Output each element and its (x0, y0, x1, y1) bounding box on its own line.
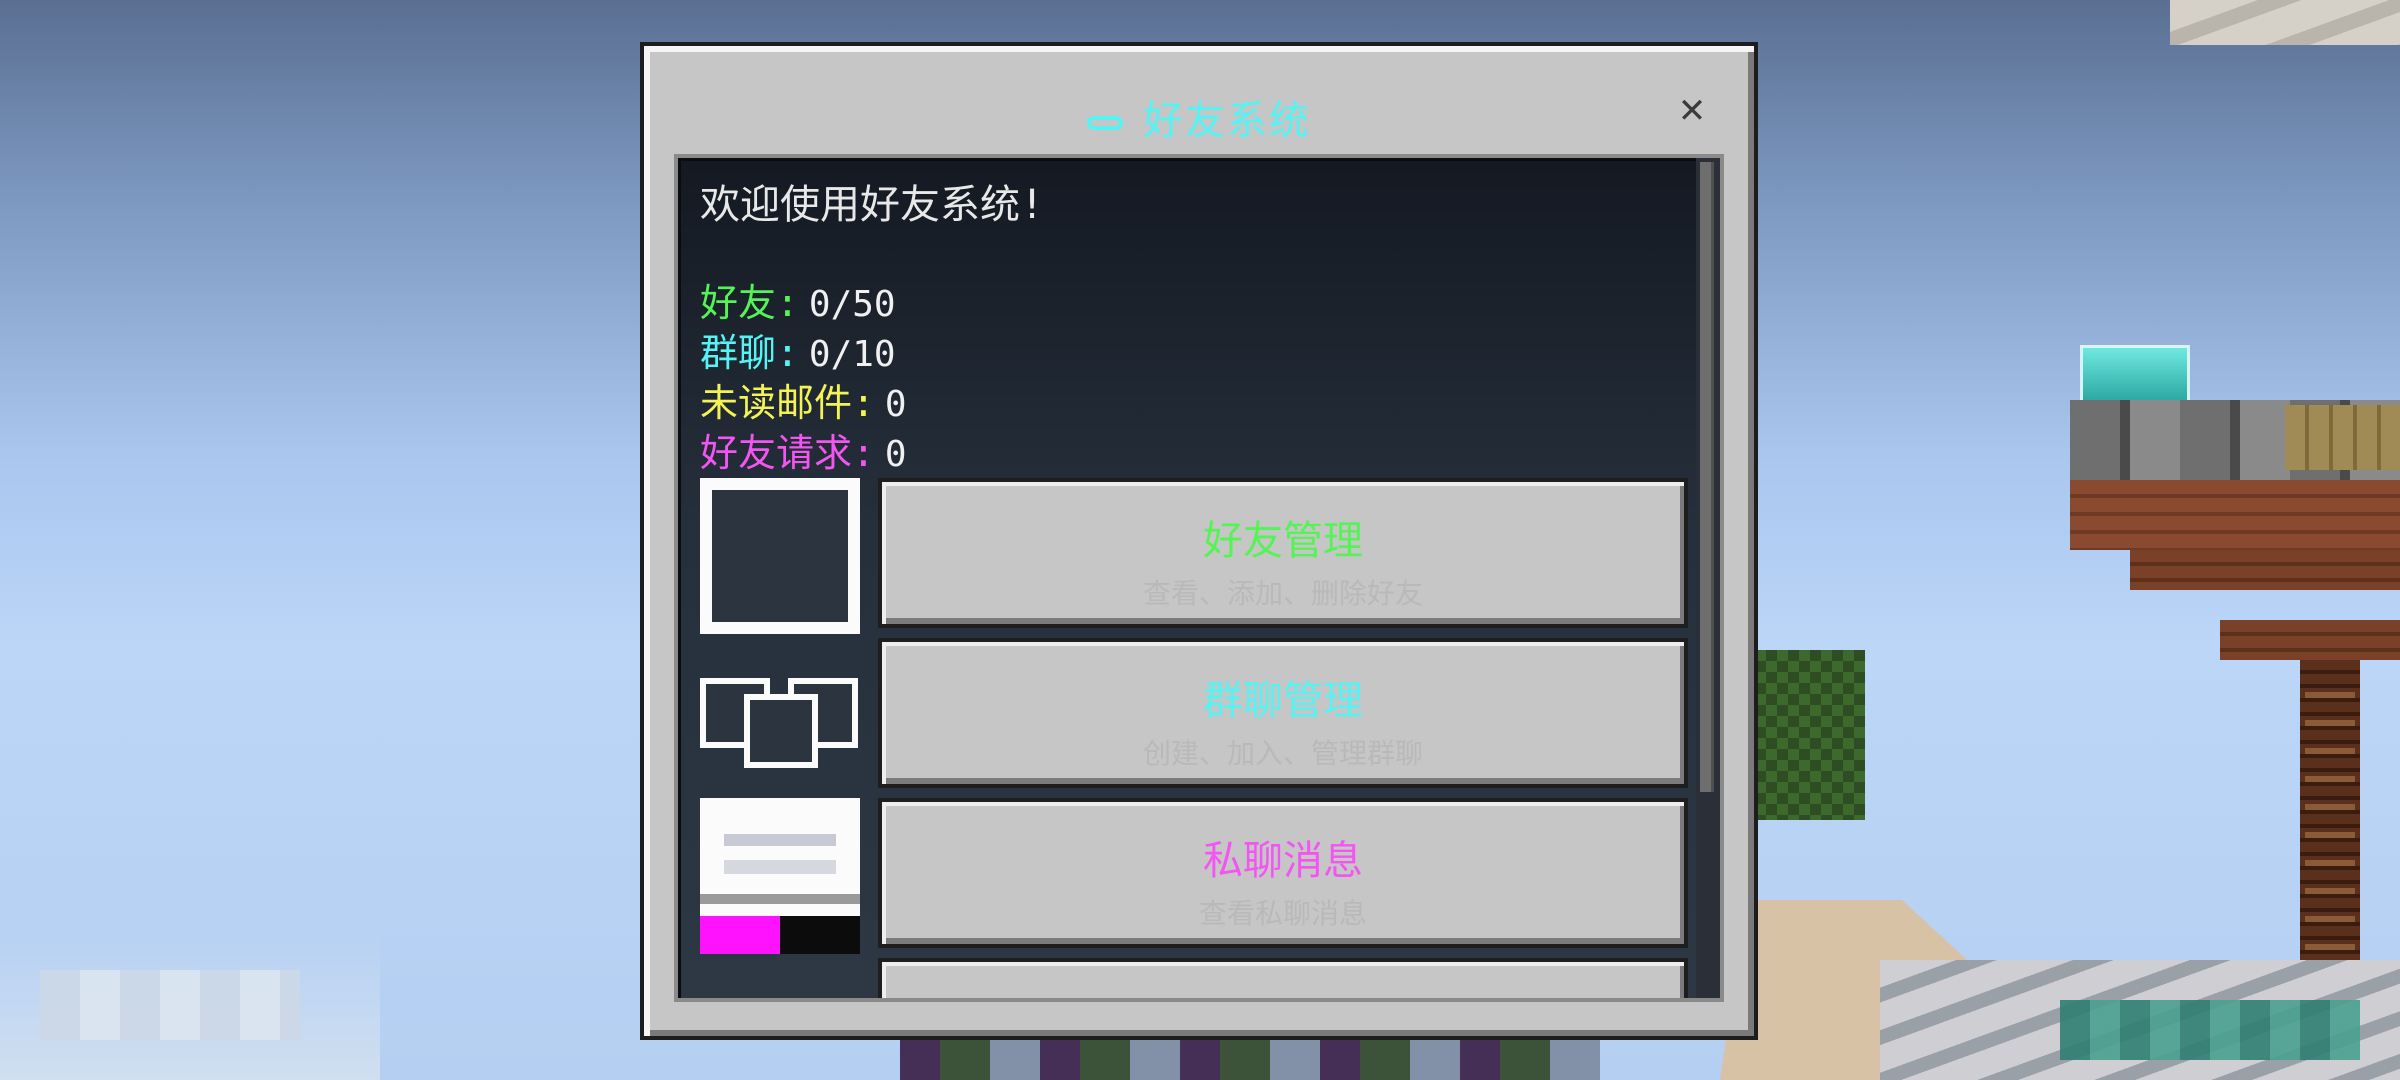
stat-unread-mail: 未读邮件: 0 (700, 372, 907, 427)
link-icon (1087, 116, 1123, 130)
background-stairs (1880, 960, 2400, 1080)
mail-icon-line (724, 834, 836, 846)
background-blocks-top (2170, 0, 2400, 45)
stat-friend-requests: 好友请求: 0 (700, 422, 907, 477)
menu-row-groups: 群聊管理 创建、加入、管理群聊 (700, 638, 1688, 794)
stat-label: 群聊: (700, 331, 799, 375)
group-icon (700, 638, 860, 794)
stat-value: 0 (884, 434, 907, 475)
friend-icon (700, 478, 860, 634)
mail-icon-line (724, 860, 836, 874)
stat-label: 未读邮件: (700, 381, 875, 425)
mail-icon-line (700, 894, 860, 904)
title-bar: 好友系统 ✕ (644, 46, 1754, 158)
mail-icon-base (780, 916, 860, 954)
stat-groups: 群聊: 0/10 (700, 322, 896, 377)
menu-row-friends: 好友管理 查看、添加、删除好友 (700, 478, 1688, 634)
background-ground (900, 1040, 1600, 1080)
button-title: 群聊管理 (1203, 678, 1363, 724)
group-icon-part (744, 694, 818, 768)
menu-row-partial (700, 958, 1688, 998)
stat-label: 好友: (700, 281, 799, 325)
mail-icon (700, 798, 860, 954)
wood-deck (2070, 480, 2400, 550)
private-messages-button[interactable]: 私聊消息 查看私聊消息 (878, 798, 1688, 948)
close-icon: ✕ (1679, 83, 1705, 132)
button-subtitle: 查看私聊消息 (1198, 897, 1367, 930)
background-tree-leaves (1755, 650, 1865, 820)
button-title: 私聊消息 (1203, 838, 1363, 884)
close-button[interactable]: ✕ (1670, 86, 1714, 130)
stat-value: 0/50 (808, 284, 896, 325)
wood-deck (2130, 550, 2400, 590)
welcome-text: 欢迎使用好友系统! (700, 182, 1045, 228)
background-cloud (0, 930, 380, 1080)
content-panel: 欢迎使用好友系统! 好友: 0/50 群聊: 0/10 未读邮件: 0 好友请求: 0 … (674, 154, 1724, 1002)
beacon-block (2080, 345, 2190, 405)
dialog-title: 好友系统 (644, 88, 1754, 146)
friend-system-dialog: 好友系统 ✕ 欢迎使用好友系统! 好友: 0/50 群聊: 0/10 未读邮件: 0 … (640, 42, 1758, 1040)
stat-friends: 好友: 0/50 (700, 272, 896, 327)
stat-value: 0 (884, 384, 907, 425)
button-subtitle: 查看、添加、删除好友 (1142, 577, 1423, 610)
stat-label: 好友请求: (700, 431, 875, 475)
chest-block (2285, 405, 2400, 470)
mail-icon-badge (700, 916, 780, 954)
dialog-title-text: 好友系统 (1143, 98, 1311, 144)
button-title: 好友管理 (1203, 518, 1363, 564)
group-management-button[interactable]: 群聊管理 创建、加入、管理群聊 (878, 638, 1688, 788)
button-subtitle: 创建、加入、管理群聊 (1142, 737, 1423, 770)
stat-value: 0/10 (808, 334, 896, 375)
next-menu-button[interactable] (878, 958, 1688, 998)
friend-management-button[interactable]: 好友管理 查看、添加、删除好友 (878, 478, 1688, 628)
wood-deck (2220, 620, 2400, 660)
menu-row-private-messages: 私聊消息 查看私聊消息 (700, 798, 1688, 954)
scrollbar-thumb[interactable] (1700, 162, 1714, 792)
